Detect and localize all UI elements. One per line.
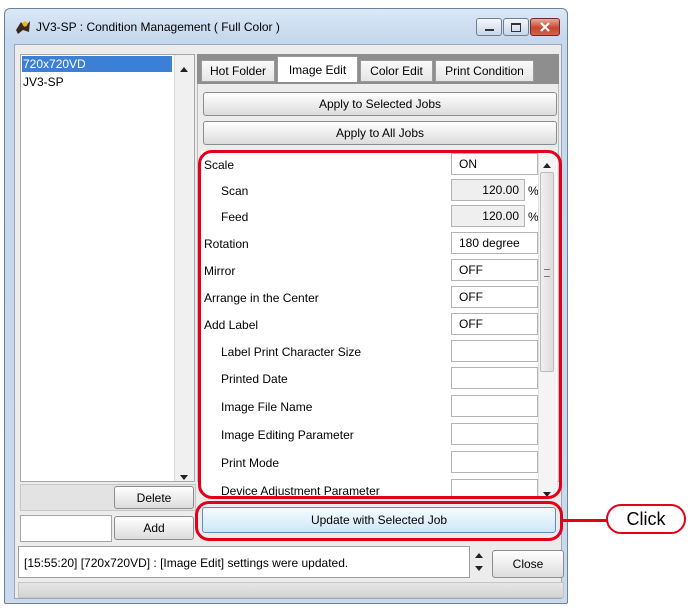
tab-image-edit[interactable]: Image Edit [277, 56, 358, 82]
condition-name-input[interactable] [20, 515, 112, 542]
window-title: JV3-SP : Condition Management ( Full Col… [36, 20, 280, 34]
tab-hot-folder[interactable]: Hot Folder [201, 60, 275, 82]
tab-color-edit[interactable]: Color Edit [360, 60, 433, 82]
maximize-button[interactable] [503, 18, 529, 36]
tab-print-condition[interactable]: Print Condition [435, 60, 534, 82]
apply-selected-jobs-button[interactable]: Apply to Selected Jobs [203, 92, 557, 116]
list-item[interactable]: JV3-SP [22, 74, 172, 90]
status-spinner[interactable] [472, 548, 486, 576]
apply-all-jobs-button[interactable]: Apply to All Jobs [203, 121, 557, 145]
highlight-frame [198, 150, 562, 499]
close-icon [540, 22, 550, 32]
maximize-icon [511, 22, 521, 32]
app-logo-icon [14, 18, 32, 36]
status-bar [18, 582, 564, 598]
click-callout: Click [606, 504, 686, 534]
status-message: [15:55:20] [720x720VD] : [Image Edit] se… [24, 556, 349, 570]
minimize-icon [484, 28, 494, 31]
minimize-button[interactable] [476, 18, 502, 36]
condition-list[interactable]: 720x720VD JV3-SP [20, 54, 195, 482]
window-close-button[interactable] [530, 18, 560, 36]
close-button[interactable]: Close [492, 550, 564, 578]
callout-connector [560, 519, 612, 522]
delete-button[interactable]: Delete [114, 486, 194, 509]
highlight-frame [195, 501, 563, 541]
scroll-up-icon[interactable] [180, 61, 188, 75]
list-scrollbar[interactable] [174, 55, 194, 481]
scroll-down-icon[interactable] [180, 469, 188, 483]
list-item[interactable]: 720x720VD [22, 56, 172, 72]
add-button[interactable]: Add [114, 516, 194, 540]
